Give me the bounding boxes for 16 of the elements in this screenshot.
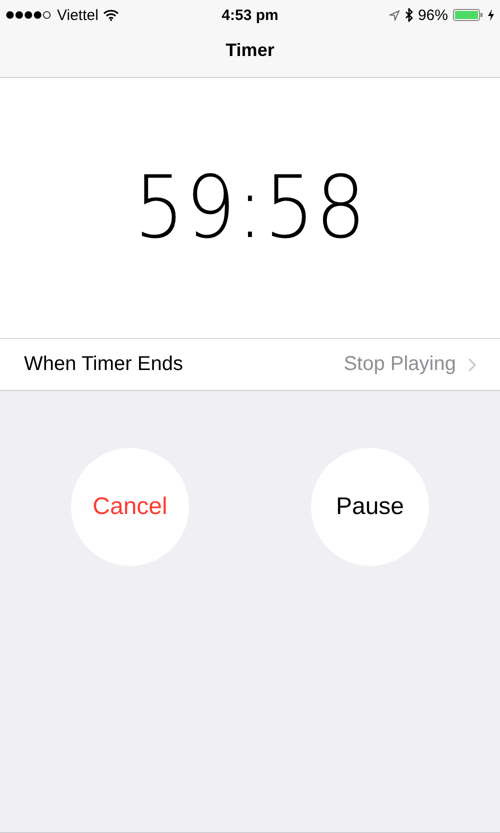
bluetooth-icon — [404, 8, 413, 22]
cancel-button[interactable]: Cancel — [71, 448, 189, 566]
nav-title: Timer — [224, 39, 276, 62]
battery-percentage: 96% — [418, 6, 448, 24]
signal-strength-icon — [6, 11, 52, 19]
pause-button[interactable]: Pause — [311, 448, 429, 566]
charging-bolt-icon — [488, 9, 494, 21]
clock-time: 4:53 pm — [222, 6, 278, 24]
countdown-time: 59:58 — [134, 158, 366, 258]
setting-value[interactable]: Stop Playing — [344, 353, 476, 376]
location-arrow-icon — [388, 10, 400, 20]
carrier-name: Viettel — [57, 6, 98, 24]
battery-icon — [452, 9, 483, 21]
setting-label: When Timer Ends — [24, 353, 183, 376]
wifi-icon — [103, 9, 120, 21]
chevron-icon — [468, 358, 476, 372]
